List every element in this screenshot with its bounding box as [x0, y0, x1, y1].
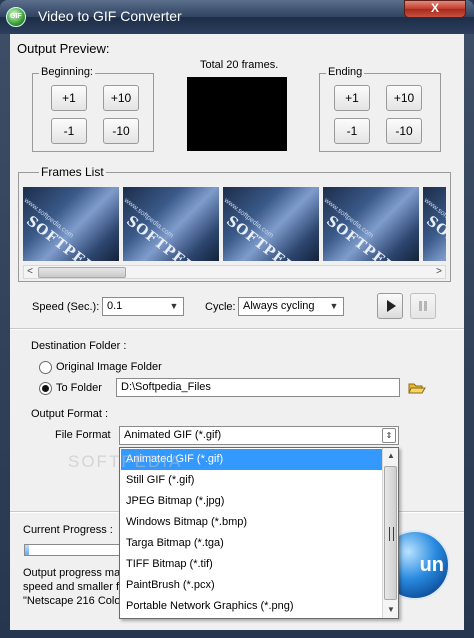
- app-window: GIF Video to GIF Converter X Output Prev…: [0, 0, 474, 638]
- frame-thumbnail[interactable]: www.softpedia.com SOFTPEDIA: [323, 187, 421, 261]
- chevron-down-icon[interactable]: ▼: [327, 299, 341, 314]
- close-button[interactable]: X: [404, 0, 466, 18]
- main-panel: Output Preview: Beginning: +1 +10 -1 -10…: [10, 34, 464, 630]
- to-folder-label[interactable]: To Folder: [56, 382, 102, 394]
- frame-strip: www.softpedia.com SOFTPEDIA www.softpedia…: [23, 187, 446, 261]
- folder-path-input[interactable]: D:\Softpedia_Files: [116, 378, 400, 397]
- pause-button[interactable]: [410, 293, 436, 319]
- output-format-label: Output Format :: [31, 408, 109, 420]
- format-option[interactable]: Portable Network Graphics (*.png): [121, 596, 383, 617]
- ending-minus10-button[interactable]: -10: [386, 118, 422, 144]
- ending-title: Ending: [326, 66, 365, 78]
- format-option[interactable]: PaintBrush (*.pcx): [121, 575, 383, 596]
- cycle-label: Cycle:: [205, 301, 236, 313]
- window-title: Video to GIF Converter: [38, 8, 182, 24]
- play-icon: [387, 300, 396, 312]
- format-option[interactable]: Still GIF (*.gif): [121, 470, 383, 491]
- grip-icon: [389, 527, 394, 541]
- speed-select[interactable]: 0.1 ▼: [102, 297, 184, 316]
- ending-plus10-button[interactable]: +10: [386, 85, 422, 111]
- format-option[interactable]: JPEG Bitmap (*.jpg): [121, 491, 383, 512]
- separator: [10, 328, 464, 330]
- file-format-value: Animated GIF (*.gif): [124, 429, 222, 441]
- frames-list: Frames List www.softpedia.com SOFTPEDIA w…: [18, 165, 451, 282]
- scroll-right-icon[interactable]: >: [433, 266, 445, 278]
- scroll-down-icon[interactable]: ▼: [385, 604, 397, 616]
- chevron-updown-icon[interactable]: ⇕: [382, 428, 396, 443]
- cycle-select[interactable]: Always cycling ▼: [238, 297, 344, 316]
- preview-canvas: [187, 77, 287, 151]
- original-folder-label[interactable]: Original Image Folder: [56, 361, 162, 373]
- file-format-dropdown-list[interactable]: Animated GIF (*.gif) Still GIF (*.gif) J…: [119, 447, 399, 619]
- radio-original-folder[interactable]: [39, 361, 52, 374]
- cycle-value: Always cycling: [243, 300, 315, 312]
- file-format-select[interactable]: Animated GIF (*.gif) ⇕: [119, 426, 399, 445]
- frames-horizontal-scrollbar[interactable]: < >: [23, 265, 446, 279]
- pause-icon: [419, 301, 427, 311]
- progress-note-line: Output progress may: [23, 567, 126, 579]
- format-option[interactable]: Targa Bitmap (*.tga): [121, 533, 383, 554]
- play-button[interactable]: [377, 293, 403, 319]
- frame-thumbnail[interactable]: www.softpedia.com SOFTPEDIA: [423, 187, 446, 261]
- format-option[interactable]: TIFF Bitmap (*.tif): [121, 554, 383, 575]
- progress-fill: [25, 545, 29, 555]
- watermark-text: SOFTPEDIA: [68, 452, 183, 471]
- scroll-up-icon[interactable]: ▲: [385, 450, 397, 462]
- speed-label: Speed (Sec.):: [32, 301, 100, 313]
- scroll-left-icon[interactable]: <: [24, 266, 36, 278]
- progress-note-line: speed and smaller fil: [23, 581, 124, 593]
- dropdown-vertical-scrollbar[interactable]: ▲ ▼: [382, 448, 398, 618]
- format-option[interactable]: Windows Bitmap (*.bmp): [121, 512, 383, 533]
- beginning-plus1-button[interactable]: +1: [51, 85, 87, 111]
- scrollbar-thumb[interactable]: [384, 466, 397, 600]
- frame-watermark: SOFTPEDIA: [423, 213, 446, 261]
- folder-open-icon[interactable]: [408, 380, 426, 396]
- output-preview-heading: Output Preview:: [17, 41, 110, 56]
- total-frames-label: Total 20 frames.: [200, 59, 279, 71]
- current-progress-label: Current Progress :: [23, 524, 113, 536]
- title-bar[interactable]: GIF Video to GIF Converter X: [0, 0, 474, 34]
- file-format-label: File Format: [55, 429, 111, 441]
- progress-bar: [24, 544, 124, 556]
- progress-note-line: "Netscape 216 Colo: [23, 595, 121, 607]
- speed-value: 0.1: [107, 300, 123, 312]
- beginning-group: Beginning: +1 +10 -1 -10: [32, 66, 154, 152]
- frames-list-title: Frames List: [39, 165, 106, 179]
- radio-to-folder[interactable]: [39, 382, 52, 395]
- ending-group: Ending +1 +10 -1 -10: [319, 66, 441, 152]
- beginning-title: Beginning:: [39, 66, 95, 78]
- app-icon-text: GIF: [10, 13, 22, 20]
- frame-thumbnail[interactable]: www.softpedia.com SOFTPEDIA: [23, 187, 121, 261]
- frame-thumbnail[interactable]: www.softpedia.com SOFTPEDIA: [223, 187, 321, 261]
- ending-minus1-button[interactable]: -1: [334, 118, 370, 144]
- destination-folder-label: Destination Folder :: [31, 340, 127, 352]
- gif-app-icon: GIF: [6, 7, 26, 27]
- chevron-down-icon[interactable]: ▼: [167, 299, 181, 314]
- beginning-minus1-button[interactable]: -1: [51, 118, 87, 144]
- beginning-plus10-button[interactable]: +10: [103, 85, 139, 111]
- ending-plus1-button[interactable]: +1: [334, 85, 370, 111]
- beginning-minus10-button[interactable]: -10: [103, 118, 139, 144]
- scrollbar-thumb[interactable]: [38, 267, 126, 278]
- frame-thumbnail[interactable]: www.softpedia.com SOFTPEDIA: [123, 187, 221, 261]
